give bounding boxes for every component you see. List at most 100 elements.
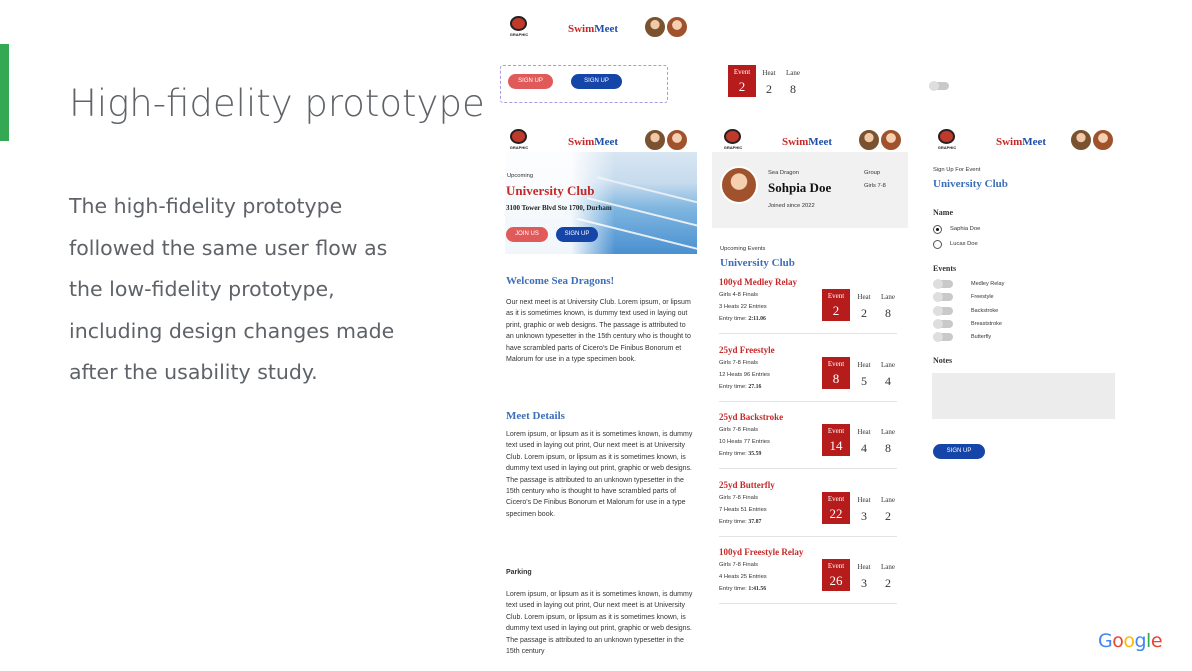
parking-text: Lorem ipsum, or lipsum as it is sometime… [506, 591, 693, 656]
parent-avatar[interactable] [858, 129, 880, 151]
toggle-switch[interactable] [929, 81, 949, 91]
child-avatar[interactable] [1092, 129, 1114, 151]
body-line: after the usability study. [69, 360, 318, 384]
event-toggle[interactable] [933, 279, 953, 289]
event-toggle-label: Breaststroke [971, 320, 1002, 327]
club-name: University Club [506, 183, 595, 198]
club-logo-icon: GRAPHIC [508, 129, 530, 151]
meet-details-title: Meet Details [506, 410, 565, 422]
lane-stat: Lane 8 [881, 428, 895, 455]
event-number-badge: Event 26 [822, 559, 850, 591]
event-heats: 7 Heats 51 Entries [719, 507, 767, 513]
event-entry-time: Entry time: 37.87 [719, 519, 762, 525]
club-address: 3100 Tower Blvd Ste 1700, Durham [506, 204, 612, 212]
google-logo: Google [1098, 630, 1163, 652]
body-line: including design changes made [69, 318, 395, 343]
event-title: 25yd Butterfly [719, 480, 775, 490]
lane-stat: Lane 4 [881, 361, 895, 388]
event-divider [719, 401, 897, 402]
welcome-title: Welcome Sea Dragons! [506, 275, 615, 287]
radio-label-saphia: Saphia Doe [950, 226, 981, 232]
event-divider [719, 333, 897, 334]
event-toggle-label: Backstroke [971, 307, 999, 314]
event-group: Girls 7-8 Finals [719, 360, 758, 366]
event-group: Girls 4-8 Finals [719, 292, 758, 298]
event-heats: 3 Heats 22 Entries [719, 304, 767, 310]
event-toggle[interactable] [933, 318, 953, 329]
club-logo-icon: GRAPHIC [936, 129, 958, 151]
radio-lucas[interactable] [933, 240, 942, 249]
lane-stat: Lane 8 [786, 69, 800, 96]
event-group: Girls 7-8 Finals [719, 495, 758, 501]
event-toggle-label: Medley Relay [971, 281, 1005, 287]
radio-saphia[interactable] [933, 225, 942, 234]
parking-title: Parking [506, 569, 532, 576]
parent-avatar[interactable] [1070, 129, 1092, 151]
event-entry-time: Entry time: 2:11.06 [719, 316, 766, 322]
heat-stat: Heat 2 [857, 293, 871, 320]
upcoming-events-label: Upcoming Events [720, 246, 766, 252]
signup-heading: Sign Up For Event [933, 167, 981, 173]
joined-date: Joined since 2022 [768, 203, 815, 209]
event-title: 25yd Backstroke [719, 412, 784, 422]
upcoming-label: Upcoming [507, 173, 534, 179]
submit-sign-up-button[interactable]: SIGN UP [933, 444, 985, 459]
welcome-text: Our next meet is at University Club. Lor… [506, 299, 691, 364]
group-label: Group [864, 170, 881, 176]
event-toggle[interactable] [933, 305, 953, 316]
event-title: 100yd Medley Relay [719, 277, 797, 287]
event-entry-time: Entry time: 1:41.56 [719, 586, 767, 592]
brand-name: SwimMeet [568, 23, 619, 35]
join-us-button[interactable]: JOIN US [506, 227, 548, 242]
sign-up-button-blue[interactable]: SIGN UP [571, 74, 622, 89]
event-toggle-label: Freestyle [971, 294, 994, 301]
team-name: Sea Dragon [768, 170, 799, 176]
club-logo-icon: GRAPHIC [508, 16, 530, 38]
swimmer-name: Sohpia Doe [768, 180, 832, 195]
event-number-badge: Event 14 [822, 424, 850, 456]
event-divider [719, 536, 897, 537]
heat-stat: Heat 3 [857, 563, 871, 590]
brand-name: SwimMeet [782, 136, 833, 148]
lane-stat: Lane 2 [881, 496, 895, 523]
swimmer-avatar [720, 166, 758, 204]
notes-input[interactable] [932, 373, 1115, 419]
event-toggle[interactable] [933, 332, 953, 343]
event-toggle-label: Butterfly [971, 334, 992, 341]
sign-up-button-red[interactable]: SIGN UP [508, 74, 553, 89]
events-label: Events [933, 264, 957, 273]
child-avatar[interactable] [880, 129, 902, 151]
event-title: 25yd Freestyle [719, 345, 775, 355]
slide-body: The high-fidelity prototype followed the… [69, 186, 429, 394]
parent-avatar[interactable] [644, 129, 666, 151]
event-group: Girls 7-8 Finals [719, 427, 758, 433]
event-heats: 4 Heats 25 Entries [719, 574, 767, 580]
body-line: followed the same user flow as [69, 235, 388, 260]
heat-stat: Heat 4 [857, 428, 871, 455]
event-toggle[interactable] [933, 292, 953, 303]
heat-stat: Heat 2 [762, 69, 776, 96]
lane-stat: Lane 2 [881, 563, 895, 590]
body-line: The high-fidelity prototype [69, 194, 343, 218]
brand-name: SwimMeet [568, 136, 619, 148]
event-divider [719, 603, 897, 604]
slide-title: High-fidelity prototype [69, 82, 485, 125]
parent-avatar[interactable] [644, 16, 666, 38]
sign-up-button[interactable]: SIGN UP [556, 227, 598, 242]
event-number-badge: Event 2 [822, 289, 850, 321]
group-value: Girls 7-8 [864, 183, 886, 189]
meet-details-text: Lorem ipsum, or lipsum as it is sometime… [506, 431, 693, 518]
signup-club-name: University Club [933, 178, 1008, 190]
event-heats: 10 Heats 77 Entries [719, 439, 770, 445]
radio-label-lucas: Lucas Doe [950, 241, 978, 247]
heat-stat: Heat 5 [857, 361, 871, 388]
event-number-badge: Event 8 [822, 357, 850, 389]
event-entry-time: Entry time: 27.16 [719, 384, 762, 390]
event-heats: 12 Heats 96 Entries [719, 372, 770, 378]
lane-stat: Lane 8 [881, 293, 895, 320]
child-avatar[interactable] [666, 16, 688, 38]
club-logo-icon: GRAPHIC [722, 129, 744, 151]
child-avatar[interactable] [666, 129, 688, 151]
event-divider [719, 468, 897, 469]
heat-stat: Heat 3 [857, 496, 871, 523]
